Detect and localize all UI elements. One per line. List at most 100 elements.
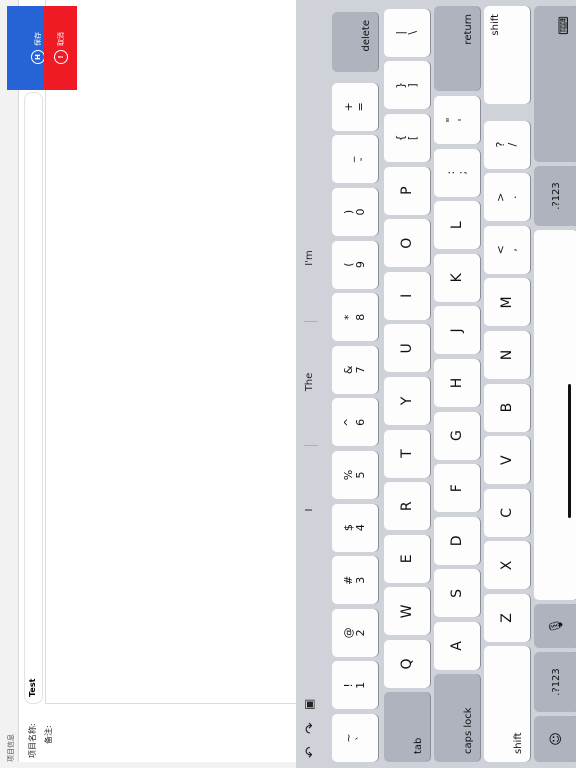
key-d[interactable]: D (434, 516, 480, 565)
key-10[interactable]: ) 0 (332, 188, 378, 236)
key-s[interactable]: S (434, 569, 480, 618)
key-f[interactable]: F (434, 464, 480, 513)
key-6[interactable]: ^ 6 (332, 398, 378, 447)
key-g[interactable]: G (434, 411, 480, 460)
caps-lock-key[interactable]: caps lock (434, 674, 480, 762)
key-10-label: 0 (354, 208, 367, 216)
key-0[interactable]: ~ ` (332, 714, 378, 762)
key-bracket-1[interactable]: }] (384, 61, 430, 110)
key-i[interactable]: I (384, 271, 430, 320)
form-card: 项目名称: Test 备注: (18, 0, 297, 762)
key-u-label: U (399, 343, 415, 354)
key-q-label: Q (399, 658, 415, 670)
tab-key-label: tab (413, 737, 424, 754)
key-sym-2[interactable]: ? / (484, 120, 530, 169)
key-y[interactable]: Y (384, 377, 430, 425)
key-i-label: I (399, 293, 415, 298)
key-v[interactable]: V (484, 436, 530, 485)
key-sym-1[interactable]: >. (484, 173, 530, 222)
key-u[interactable]: U (384, 324, 430, 373)
key-b[interactable]: B (484, 383, 530, 432)
key-sym-2-labels: ? / (494, 142, 519, 148)
key-4[interactable]: $4 (332, 503, 378, 552)
key-z[interactable]: Z (484, 594, 530, 642)
key-v-label: V (499, 455, 515, 465)
key-p-label: P (399, 186, 415, 195)
return-key[interactable]: return (434, 6, 480, 91)
key-9-label: 9 (354, 261, 367, 269)
key-r[interactable]: R (384, 482, 430, 531)
left-shift-key[interactable]: shift (484, 646, 530, 762)
key-q[interactable]: Q (384, 640, 430, 688)
key-t-label: T (399, 449, 415, 458)
key-5[interactable]: % 5 (332, 451, 378, 499)
key-6-label: 6 (354, 418, 367, 426)
key-punct-1-labels: " ' (444, 117, 469, 122)
key-1-labels: ! 1 (342, 681, 367, 689)
numbers-key-left[interactable]: .?123 (534, 652, 576, 712)
project-name-field[interactable]: Test (24, 92, 43, 704)
key-w[interactable]: W (384, 587, 430, 636)
suggestion-2[interactable]: The (304, 373, 315, 392)
right-shift-key[interactable]: shift (484, 6, 530, 104)
key-o[interactable]: O (384, 219, 430, 268)
key-n[interactable]: N (484, 331, 530, 379)
return-key-label: return (463, 14, 474, 45)
key-k[interactable]: K (434, 253, 480, 302)
numbers-key-right[interactable]: .?123 (534, 166, 576, 226)
home-indicator (568, 384, 571, 518)
key-1[interactable]: ! 1 (332, 661, 378, 710)
tab-key[interactable]: tab (384, 692, 430, 762)
key-c[interactable]: C (484, 488, 530, 537)
key-bracket-0-labels: {[ (394, 135, 419, 142)
key-punct-1[interactable]: " ' (434, 96, 480, 144)
key-8[interactable]: * 8 (332, 293, 378, 342)
key-d-label: D (449, 535, 465, 547)
left-shift-label: shift (513, 732, 524, 754)
project-name-row: 项目名称: (25, 714, 39, 758)
key-9[interactable]: (9 (332, 240, 378, 289)
key-l[interactable]: L (434, 201, 480, 250)
project-form-view: 项目信息 项目名称: Test 备注: H 保存 ! 取消 (0, 0, 297, 768)
key-h[interactable]: H (434, 359, 480, 407)
key-8-labels: * 8 (342, 314, 367, 321)
memo-textarea[interactable] (45, 0, 297, 704)
key-bracket-2[interactable]: | \ (384, 8, 430, 57)
key-punct-0-labels: :; (444, 171, 469, 175)
dictation-key[interactable]: 🎙 (534, 604, 576, 648)
key-j[interactable]: J (434, 306, 480, 355)
key-5-label: 5 (354, 471, 367, 479)
key-m[interactable]: M (484, 278, 530, 327)
key-w-label: W (399, 604, 415, 619)
key-1-label: 1 (354, 681, 367, 689)
suggestion-1[interactable]: I (304, 509, 315, 512)
key-s-label: S (449, 588, 465, 598)
key-p[interactable]: P (384, 166, 430, 215)
key-sym-0[interactable]: <, (484, 225, 530, 274)
key-e[interactable]: E (384, 534, 430, 583)
key-3-labels: #3 (342, 576, 367, 585)
key-bracket-2-label: \ (406, 30, 419, 35)
key-12-label: = (354, 102, 367, 112)
key-bracket-0[interactable]: {[ (384, 114, 430, 162)
key-t[interactable]: T (384, 429, 430, 478)
key-2[interactable]: @2 (332, 608, 378, 657)
undo-icon[interactable]: ↶ (303, 746, 319, 758)
redo-icon[interactable]: ↷ (303, 722, 319, 734)
key-7[interactable]: & 7 (332, 345, 378, 394)
key-x[interactable]: X (484, 541, 530, 590)
software-keyboard: ↶ ↷ ▣ I The I'm ~ ` ! 1 @2 #3 $4 % 5 ^ 6 & 7 * 8 (9 ) 0 _ -… (296, 0, 576, 768)
key-11[interactable]: _ - (332, 135, 378, 184)
keyboard-dismiss-key[interactable]: ⌨ (534, 6, 576, 162)
key-3[interactable]: #3 (332, 556, 378, 605)
key-12[interactable]: + = (332, 82, 378, 131)
key-punct-0[interactable]: :; (434, 148, 480, 197)
clipboard-icon[interactable]: ▣ (302, 699, 316, 710)
numbers-key-right-label: .?123 (550, 182, 562, 210)
emoji-key[interactable]: ☺ (534, 716, 576, 762)
delete-key[interactable]: delete (332, 12, 378, 72)
key-10-labels: ) 0 (342, 208, 367, 216)
suggestion-3[interactable]: I'm (304, 250, 315, 265)
cancel-button[interactable]: ! 取消 (44, 6, 77, 90)
key-a[interactable]: A (434, 622, 480, 670)
